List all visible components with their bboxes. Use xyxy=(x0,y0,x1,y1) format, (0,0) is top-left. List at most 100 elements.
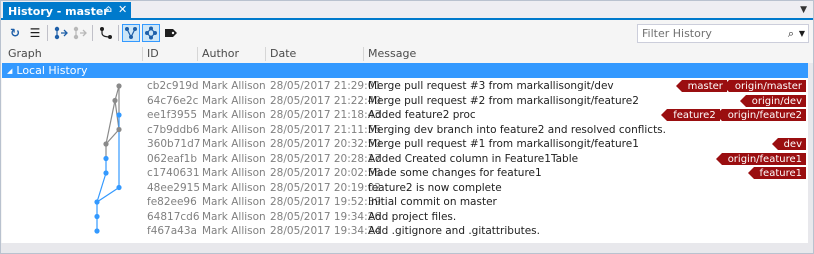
column-header-id[interactable]: ID xyxy=(147,47,159,60)
search-icon[interactable]: ⌕ xyxy=(788,25,794,42)
filter-history-input[interactable]: Filter History ⌕ ▼ xyxy=(637,24,809,43)
branch-badge[interactable]: master xyxy=(675,80,727,92)
ref-badges: master origin/master xyxy=(675,80,806,92)
column-separator[interactable] xyxy=(363,47,364,61)
commit-date: 28/05/2017 20:32:50 xyxy=(270,138,382,150)
branch-badge[interactable]: dev xyxy=(771,138,806,150)
local-history-group[interactable]: ◢ Local History xyxy=(2,63,808,78)
commit-row[interactable]: 062eaf1b Mark Allison 28/05/2017 20:28:17 A… xyxy=(2,152,808,167)
column-separator[interactable] xyxy=(197,47,198,61)
commit-row[interactable]: f467a43a Mark Allison 28/05/2017 19:34:24 A… xyxy=(2,224,808,239)
commit-author: Mark Allison xyxy=(202,181,266,194)
branch-badge[interactable]: origin/master xyxy=(722,80,806,92)
refresh-icon: ↻ xyxy=(9,26,21,40)
commit-row[interactable]: 360b71d7 Mark Allison 28/05/2017 20:32:50 M… xyxy=(2,137,808,152)
go-to-child-button[interactable] xyxy=(52,24,70,42)
commit-message: Made some changes for feature1 xyxy=(368,167,542,179)
commit-row[interactable]: fe82ee96 Mark Allison 28/05/2017 19:52:39 I… xyxy=(2,195,808,210)
commit-date: 28/05/2017 20:02:58 xyxy=(270,167,382,179)
branch-badge[interactable]: origin/feature2 xyxy=(715,109,806,121)
commit-date: 28/05/2017 21:29:01 xyxy=(270,80,382,92)
commit-message: Merge pull request #3 from markallisongi… xyxy=(368,80,614,92)
commit-list: cb2c919d Mark Allison 28/05/2017 21:29:01 M… xyxy=(2,78,808,243)
toolbar-separator xyxy=(47,25,48,41)
commit-author: Mark Allison xyxy=(202,196,266,208)
commit-author: Mark Allison xyxy=(202,210,266,223)
column-header-author[interactable]: Author xyxy=(202,47,239,60)
pin-icon[interactable]: ⌂ xyxy=(105,4,112,15)
commit-id: 64817cd6 xyxy=(147,210,200,223)
column-headers: Graph ID Author Date Message xyxy=(1,45,813,63)
commit-id: 360b71d7 xyxy=(147,138,201,150)
column-header-graph[interactable]: Graph xyxy=(8,47,42,60)
full-history-icon xyxy=(145,26,157,40)
tab-title: History - master xyxy=(8,4,109,18)
commit-id: c7b9ddb6 xyxy=(147,123,200,136)
commit-row[interactable]: ee1f3955 Mark Allison 28/05/2017 21:18:43 A… xyxy=(2,108,808,123)
column-header-message[interactable]: Message xyxy=(368,47,416,60)
commit-date: 28/05/2017 21:18:43 xyxy=(270,109,382,121)
commit-date: 28/05/2017 20:19:02 xyxy=(270,181,382,194)
commit-row[interactable]: 48ee2915 Mark Allison 28/05/2017 20:19:02 f… xyxy=(2,181,808,196)
commit-author: Mark Allison xyxy=(202,138,266,150)
commit-row[interactable]: 64c76e2c Mark Allison 28/05/2017 21:22:40 M… xyxy=(2,94,808,109)
commit-message: feature2 is now complete xyxy=(368,181,502,194)
column-header-date[interactable]: Date xyxy=(270,47,296,60)
branch-badge[interactable]: origin/dev xyxy=(739,94,806,107)
branch-badge[interactable]: feature1 xyxy=(747,167,806,179)
commit-message: Initial commit on master xyxy=(368,196,497,208)
show-first-parent-button[interactable] xyxy=(122,24,140,42)
commit-message: Added Created column in Feature1Table xyxy=(368,152,579,165)
commit-author: Mark Allison xyxy=(202,152,266,165)
tab-history[interactable]: History - master ⌂ ✕ xyxy=(3,2,131,20)
commit-message: Add .gitignore and .gitattributes. xyxy=(368,225,540,237)
show-full-history-button[interactable] xyxy=(142,24,160,42)
column-separator[interactable] xyxy=(265,47,266,61)
commit-date: 28/05/2017 19:34:26 xyxy=(270,210,382,223)
commit-author: Mark Allison xyxy=(202,225,266,237)
commit-message: Added feature2 proc xyxy=(368,109,476,121)
list-icon: ☰ xyxy=(29,26,41,40)
history-window: History - master ⌂ ✕ ▼ ↻ ☰ Filter Histor… xyxy=(0,0,814,254)
commit-id: 64c76e2c xyxy=(147,94,199,107)
go-to-parent-button[interactable] xyxy=(71,24,89,42)
commit-row[interactable]: c1740631 Mark Allison 28/05/2017 20:02:58 M… xyxy=(2,166,808,181)
commit-date: 28/05/2017 21:22:40 xyxy=(270,94,382,107)
commit-row[interactable]: c7b9ddb6 Mark Allison 28/05/2017 21:11:55 M… xyxy=(2,123,808,138)
tag-icon xyxy=(165,29,177,37)
commit-author: Mark Allison xyxy=(202,109,266,121)
commit-id: c1740631 xyxy=(147,167,200,179)
group-label: Local History xyxy=(16,64,88,77)
ref-badges: feature2 origin/feature2 xyxy=(661,109,806,121)
commit-id: ee1f3955 xyxy=(147,109,198,121)
chevron-down-icon[interactable]: ▼ xyxy=(799,25,805,42)
list-view-button[interactable]: ☰ xyxy=(26,24,44,42)
commit-message: Merge pull request #1 from markallisongi… xyxy=(368,138,639,150)
ref-badges: dev xyxy=(771,138,806,150)
toolbar-separator xyxy=(92,25,93,41)
commit-row[interactable]: 64817cd6 Mark Allison 28/05/2017 19:34:26 A… xyxy=(2,210,808,225)
branch-badge[interactable]: feature2 xyxy=(661,109,720,121)
commit-date: 28/05/2017 19:34:24 xyxy=(270,225,382,237)
ref-badges: origin/dev xyxy=(739,94,806,107)
filter-placeholder: Filter History xyxy=(642,27,712,40)
refresh-button[interactable]: ↻ xyxy=(6,24,24,42)
show-branch-button[interactable] xyxy=(97,24,115,42)
commit-id: 062eaf1b xyxy=(147,152,197,165)
collapse-icon[interactable]: ◢ xyxy=(7,67,12,75)
window-menu-icon[interactable]: ▼ xyxy=(800,5,807,15)
show-tags-button[interactable] xyxy=(162,24,180,42)
horizontal-scrollbar[interactable] xyxy=(1,243,813,253)
commit-id: 48ee2915 xyxy=(147,181,201,194)
commit-row[interactable]: cb2c919d Mark Allison 28/05/2017 21:29:01 M… xyxy=(2,79,808,94)
title-bar: History - master ⌂ ✕ ▼ xyxy=(1,1,813,20)
column-separator[interactable] xyxy=(142,47,143,61)
go-to-parent-icon xyxy=(73,26,87,40)
close-icon[interactable]: ✕ xyxy=(118,3,127,16)
commit-id: cb2c919d xyxy=(147,80,199,92)
toolbar: ↻ ☰ Filter History ⌕ ▼ xyxy=(1,22,813,45)
go-to-child-icon xyxy=(54,26,68,40)
vertical-scrollbar[interactable] xyxy=(808,63,813,243)
branch-badge[interactable]: origin/feature1 xyxy=(715,152,806,165)
ref-badges: origin/feature1 xyxy=(715,152,806,165)
